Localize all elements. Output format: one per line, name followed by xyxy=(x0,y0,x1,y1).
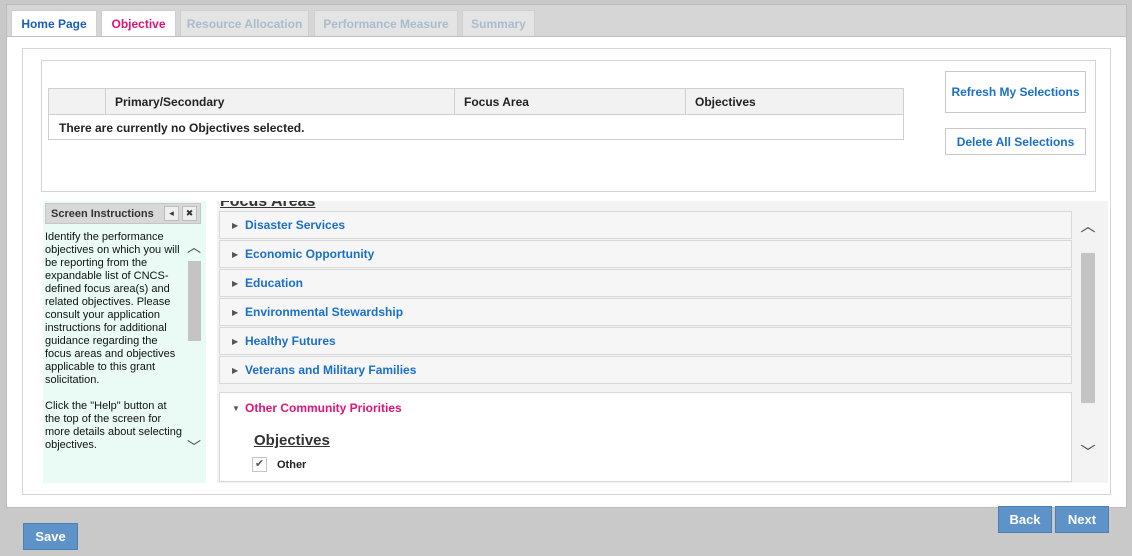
column-header-blank xyxy=(49,89,106,114)
table-header: Primary/Secondary Focus Area Objectives xyxy=(49,89,903,115)
save-button[interactable]: Save xyxy=(23,523,78,550)
tab-home-page[interactable]: Home Page xyxy=(11,10,97,37)
delete-all-selections-button[interactable]: Delete All Selections xyxy=(945,128,1086,155)
column-header-focus-area: Focus Area xyxy=(455,89,686,114)
scrollbar-thumb[interactable] xyxy=(1081,253,1095,403)
accordion-item-other-community-priorities: ▼ Other Community Priorities Objectives … xyxy=(219,392,1072,482)
accordion-item-environmental-stewardship[interactable]: ▶ Environmental Stewardship xyxy=(219,298,1072,326)
accordion-item-education[interactable]: ▶ Education xyxy=(219,269,1072,297)
accordion-label: Veterans and Military Families xyxy=(245,363,417,377)
other-checkbox-label[interactable]: Other xyxy=(277,459,306,471)
caret-down-icon: ▼ xyxy=(232,403,240,413)
column-header-primary-secondary: Primary/Secondary xyxy=(106,89,455,114)
focus-areas-panel: Focus Areas ▶ Disaster Services ▶ Econom… xyxy=(217,201,1108,483)
accordion-label: Environmental Stewardship xyxy=(245,305,404,319)
caret-right-icon: ▶ xyxy=(232,365,239,375)
selected-objectives-table: Primary/Secondary Focus Area Objectives … xyxy=(48,88,904,140)
accordion-label: Other Community Priorities xyxy=(245,401,402,415)
close-icon[interactable]: ✖ xyxy=(182,206,197,221)
instructions-header: Screen Instructions ◂ ✖ xyxy=(45,203,201,224)
instructions-title: Screen Instructions xyxy=(51,208,154,220)
scroll-down-icon[interactable]: ﹀ xyxy=(1078,441,1098,462)
objectives-heading: Objectives xyxy=(254,432,330,449)
tab-performance-measure[interactable]: Performance Measure xyxy=(314,10,458,37)
scroll-down-icon[interactable]: ﹀ xyxy=(186,437,202,457)
accordion-item-disaster-services[interactable]: ▶ Disaster Services xyxy=(219,211,1072,239)
tab-objective[interactable]: Objective xyxy=(101,10,176,37)
tab-summary[interactable]: Summary xyxy=(462,10,535,37)
accordion-label: Disaster Services xyxy=(245,218,346,232)
accordion-item-economic-opportunity[interactable]: ▶ Economic Opportunity xyxy=(219,240,1072,268)
column-header-objectives: Objectives xyxy=(695,95,756,109)
caret-right-icon: ▶ xyxy=(232,307,239,317)
back-button[interactable]: Back xyxy=(998,506,1052,533)
instructions-text: Identify the performance objectives on w… xyxy=(45,231,182,451)
accordion-label: Education xyxy=(245,276,304,290)
check-icon: ✔ xyxy=(254,458,265,470)
caret-right-icon: ▶ xyxy=(232,278,239,288)
selected-objectives-panel: Primary/Secondary Focus Area Objectives … xyxy=(41,60,1096,192)
refresh-selections-button[interactable]: Refresh My Selections xyxy=(945,71,1086,113)
accordion-item-healthy-futures[interactable]: ▶ Healthy Futures xyxy=(219,327,1072,355)
accordion-label: Healthy Futures xyxy=(245,334,336,348)
caret-right-icon: ▶ xyxy=(232,220,239,230)
screen-instructions-panel: Screen Instructions ◂ ✖ Identify the per… xyxy=(43,201,206,483)
content-area: Primary/Secondary Focus Area Objectives … xyxy=(6,36,1127,508)
tab-resource-allocation[interactable]: Resource Allocation xyxy=(180,10,309,37)
focus-areas-heading: Focus Areas xyxy=(220,201,316,210)
scrollbar-thumb[interactable] xyxy=(188,261,201,341)
accordion-label: Economic Opportunity xyxy=(245,247,375,261)
accordion-item-veterans-military-families[interactable]: ▶ Veterans and Military Families xyxy=(219,356,1072,384)
scroll-up-icon[interactable]: ︿ xyxy=(1078,215,1098,236)
empty-message: There are currently no Objectives select… xyxy=(59,121,305,135)
focus-scrollbar[interactable]: ︿ ﹀ xyxy=(1078,213,1098,471)
main-panel: Primary/Secondary Focus Area Objectives … xyxy=(22,48,1111,495)
scroll-up-icon[interactable]: ︿ xyxy=(186,237,202,257)
accordion-header-expanded[interactable]: ▼ Other Community Priorities xyxy=(232,401,402,415)
other-checkbox[interactable]: ✔ xyxy=(252,457,267,472)
instructions-scrollbar[interactable]: ︿ ﹀ xyxy=(186,231,202,463)
tab-bar: Home Page Objective Resource Allocation … xyxy=(6,4,1127,37)
caret-right-icon: ▶ xyxy=(232,249,239,259)
collapse-icon[interactable]: ◂ xyxy=(164,206,179,221)
caret-right-icon: ▶ xyxy=(232,336,239,346)
next-button[interactable]: Next xyxy=(1055,506,1109,533)
